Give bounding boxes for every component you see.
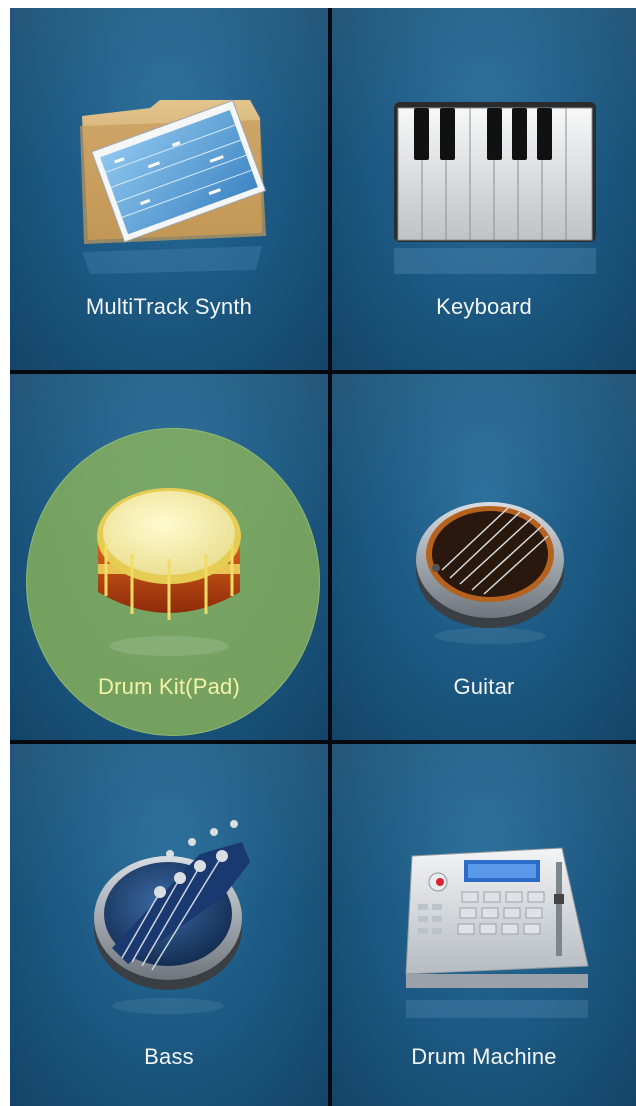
tile-drum-kit-pad[interactable]: Drum Kit(Pad): [10, 374, 328, 740]
tile-label: Bass: [144, 1044, 194, 1069]
tile-multitrack-synth[interactable]: MultiTrack Synth: [10, 8, 328, 370]
tile-label: MultiTrack Synth: [85, 294, 253, 319]
tile-label: Guitar: [453, 674, 515, 699]
tile-drum-machine[interactable]: Drum Machine: [332, 744, 636, 1106]
tile-guitar[interactable]: Guitar: [332, 374, 636, 740]
tile-bass[interactable]: Bass: [10, 744, 328, 1106]
tile-label: Keyboard: [436, 294, 532, 319]
tile-label: Drum Kit(Pad): [98, 674, 240, 699]
tile-keyboard[interactable]: Keyboard: [332, 8, 636, 370]
tile-label: Drum Machine: [411, 1044, 557, 1069]
instrument-grid: MultiTrack Synth Keyboard Drum Kit(Pad) …: [10, 8, 636, 1106]
